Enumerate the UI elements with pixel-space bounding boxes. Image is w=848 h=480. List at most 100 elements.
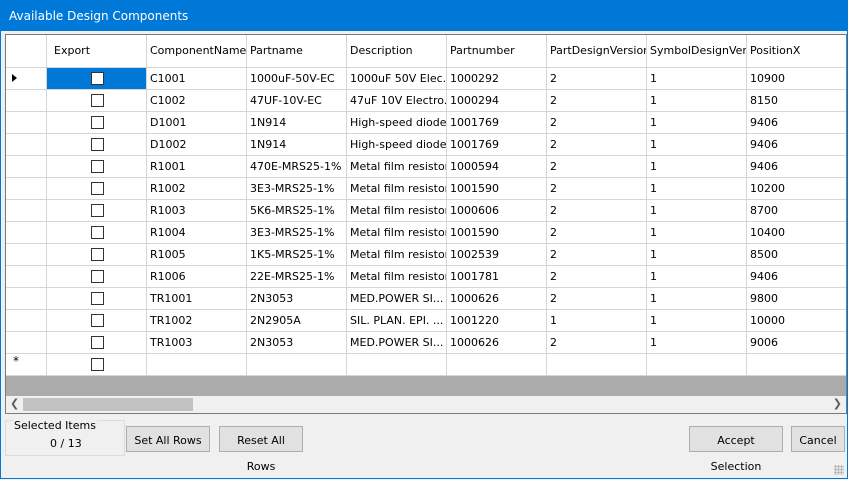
cell-partnumber[interactable]: 1001220 — [447, 310, 547, 332]
row-header[interactable] — [6, 90, 47, 112]
empty-cell[interactable] — [747, 354, 846, 376]
cell-component[interactable]: R1006 — [147, 266, 247, 288]
cell-description[interactable]: Metal film resistor ... — [347, 200, 447, 222]
cell-partnumber[interactable]: 1001590 — [447, 178, 547, 200]
cell-position-x[interactable]: 10000 — [747, 310, 846, 332]
table-row[interactable]: D1002 1N914 High-speed diode 1001769 2 1 9406 — [6, 134, 846, 156]
cell-position-x[interactable]: 10400 — [747, 222, 846, 244]
cell-partname[interactable]: 3E3-MRS25-1% — [247, 178, 347, 200]
cell-symbol-design-version[interactable]: 1 — [647, 90, 747, 112]
cell-symbol-design-version[interactable]: 1 — [647, 200, 747, 222]
title-bar[interactable]: Available Design Components — [1, 1, 847, 31]
table-row[interactable]: R10023E3-MRS25-1%Metal film resistor ...… — [6, 178, 846, 200]
column-header-partdesignversion[interactable]: PartDesignVersion — [547, 35, 647, 68]
cell-position-x[interactable]: 8700 — [747, 200, 846, 222]
cell-description[interactable]: 47uF 10V Electro... — [347, 90, 447, 112]
export-cell[interactable] — [47, 90, 147, 112]
set-all-rows-button[interactable]: Set All Rows — [126, 426, 210, 452]
cell-partnumber[interactable]: 1001769 — [447, 112, 547, 134]
scroll-right-arrow-icon[interactable]: ❯ — [833, 397, 842, 410]
column-header-description[interactable]: Description — [347, 35, 447, 68]
cell-partnumber[interactable]: 1000594 — [447, 156, 547, 178]
column-header-partnumber[interactable]: Partnumber — [447, 35, 547, 68]
cell-description[interactable]: Metal film resistor ... — [347, 156, 447, 178]
cell-component[interactable]: R1001 — [147, 156, 247, 178]
cell-position-x[interactable]: 9406 — [747, 134, 846, 156]
cell-symbol-design-version[interactable]: 1 — [647, 310, 747, 332]
row-header[interactable] — [6, 200, 47, 222]
table-row[interactable]: R10043E3-MRS25-1%Metal film resistor ...… — [6, 222, 846, 244]
cell-description[interactable]: Metal film resistor ... — [347, 244, 447, 266]
cell-partnumber[interactable]: 1001769 — [447, 134, 547, 156]
cell-symbol-design-version[interactable]: 1 — [647, 244, 747, 266]
export-cell[interactable] — [47, 354, 147, 376]
export-checkbox[interactable] — [91, 292, 104, 305]
cell-symbol-design-version[interactable]: 1 — [647, 178, 747, 200]
cell-component[interactable]: R1004 — [147, 222, 247, 244]
cell-part-design-version[interactable]: 2 — [547, 332, 647, 354]
export-checkbox[interactable] — [91, 160, 104, 173]
row-header[interactable] — [6, 112, 47, 134]
cell-partname[interactable]: 1N914 — [247, 134, 347, 156]
export-cell[interactable] — [47, 112, 147, 134]
cell-symbol-design-version[interactable]: 1 — [647, 134, 747, 156]
grid-corner-cell[interactable] — [6, 35, 47, 68]
export-cell[interactable] — [47, 266, 147, 288]
cell-symbol-design-version[interactable]: 1 — [647, 222, 747, 244]
table-row[interactable]: R1001470E-MRS25-1%Metal film resistor ..… — [6, 156, 846, 178]
cell-position-x[interactable]: 9406 — [747, 266, 846, 288]
empty-cell[interactable] — [547, 354, 647, 376]
cell-part-design-version[interactable]: 2 — [547, 266, 647, 288]
cell-position-x[interactable]: 9406 — [747, 112, 846, 134]
cell-symbol-design-version[interactable]: 1 — [647, 332, 747, 354]
export-checkbox[interactable] — [91, 314, 104, 327]
export-checkbox[interactable] — [91, 204, 104, 217]
column-header-export[interactable]: Export — [47, 35, 147, 68]
export-checkbox[interactable] — [91, 270, 104, 283]
cell-partnumber[interactable]: 1002539 — [447, 244, 547, 266]
horizontal-scrollbar[interactable]: ❮ ❯ — [6, 396, 846, 413]
export-checkbox[interactable] — [91, 182, 104, 195]
cell-description[interactable]: MED.POWER SI... — [347, 332, 447, 354]
scroll-left-arrow-icon[interactable]: ❮ — [10, 397, 19, 410]
cell-component[interactable]: C1001 — [147, 68, 247, 90]
resize-grip-icon[interactable] — [834, 465, 844, 475]
cell-symbol-design-version[interactable]: 1 — [647, 112, 747, 134]
cell-partnumber[interactable]: 1000294 — [447, 90, 547, 112]
column-header-positionx[interactable]: PositionX — [747, 35, 846, 68]
cell-symbol-design-version[interactable]: 1 — [647, 68, 747, 90]
cell-part-design-version[interactable]: 2 — [547, 112, 647, 134]
accept-selection-button[interactable]: Accept Selection — [689, 426, 783, 473]
cell-component[interactable]: TR1003 — [147, 332, 247, 354]
cell-partnumber[interactable]: 1001590 — [447, 222, 547, 244]
table-row[interactable]: R100622E-MRS25-1%Metal film resistor ...… — [6, 266, 846, 288]
column-header-symboldesignversi[interactable]: SymbolDesignVersi — [647, 35, 747, 68]
table-row[interactable]: C1002 47UF-10V-EC 47uF 10V Electro... 10002… — [6, 90, 846, 112]
column-header-partname[interactable]: Partname — [247, 35, 347, 68]
cell-part-design-version[interactable]: 2 — [547, 134, 647, 156]
scroll-thumb[interactable] — [23, 398, 193, 411]
row-header[interactable] — [6, 222, 47, 244]
cell-part-design-version[interactable]: 2 — [547, 178, 647, 200]
export-cell[interactable] — [47, 222, 147, 244]
export-cell[interactable] — [47, 200, 147, 222]
cell-position-x[interactable]: 10900 — [747, 68, 846, 90]
cell-component[interactable]: C1002 — [147, 90, 247, 112]
cancel-button[interactable]: Cancel — [791, 426, 845, 452]
cell-partname[interactable]: 2N2905A — [247, 310, 347, 332]
cell-partname[interactable]: 2N3053 — [247, 288, 347, 310]
cell-position-x[interactable]: 9800 — [747, 288, 846, 310]
cell-part-design-version[interactable]: 2 — [547, 200, 647, 222]
empty-cell[interactable] — [447, 354, 547, 376]
cell-description[interactable]: SIL. PLAN. EPI. ... — [347, 310, 447, 332]
cell-description[interactable]: Metal film resistor ... — [347, 222, 447, 244]
cell-part-design-version[interactable]: 2 — [547, 244, 647, 266]
export-checkbox[interactable] — [91, 72, 104, 85]
export-cell[interactable] — [47, 156, 147, 178]
cell-part-design-version[interactable]: 2 — [547, 222, 647, 244]
export-checkbox[interactable] — [91, 248, 104, 261]
cell-partname[interactable]: 1000uF-50V-EC — [247, 68, 347, 90]
cell-symbol-design-version[interactable]: 1 — [647, 266, 747, 288]
cell-component[interactable]: D1001 — [147, 112, 247, 134]
table-row[interactable]: TR1002 2N2905A SIL. PLAN. EPI. ... 1001220 1… — [6, 310, 846, 332]
